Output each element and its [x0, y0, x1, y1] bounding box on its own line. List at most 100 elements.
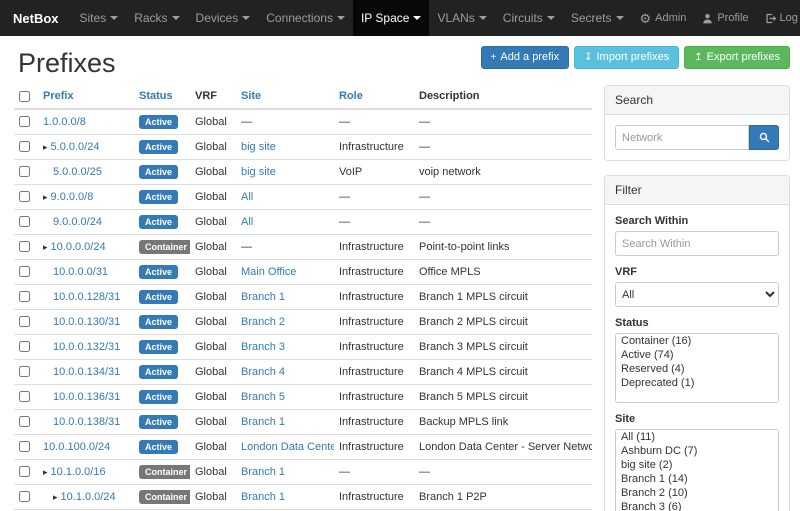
- row-select-checkbox[interactable]: [19, 141, 30, 152]
- role-cell: —: [334, 109, 414, 135]
- site-option[interactable]: Branch 3 (6): [616, 500, 778, 511]
- prefix-link[interactable]: 10.0.0.128/31: [53, 291, 120, 303]
- prefix-link[interactable]: 9.0.0.0/8: [51, 191, 94, 203]
- row-select-checkbox[interactable]: [19, 216, 30, 227]
- export-prefixes-label: Export prefixes: [707, 51, 780, 64]
- row-select-checkbox[interactable]: [19, 366, 30, 377]
- prefix-link[interactable]: 10.1.0.0/24: [61, 491, 116, 503]
- row-select-checkbox[interactable]: [19, 166, 30, 177]
- sort-status-header[interactable]: Status: [139, 90, 173, 102]
- prefix-link[interactable]: 10.0.100.0/24: [43, 441, 110, 453]
- site-link[interactable]: Branch 4: [241, 366, 285, 378]
- row-select-checkbox[interactable]: [19, 291, 30, 302]
- site-option[interactable]: Branch 2 (10): [616, 486, 778, 500]
- nav-item[interactable]: Circuits: [495, 0, 563, 36]
- search-button[interactable]: [749, 125, 779, 150]
- row-select-checkbox[interactable]: [19, 466, 30, 477]
- status-option[interactable]: Reserved (4): [616, 362, 778, 376]
- prefix-link[interactable]: 10.0.0.134/31: [53, 366, 120, 378]
- nav-item-label: Connections: [266, 11, 333, 25]
- caret-down-icon: [172, 16, 180, 20]
- user-icon: [702, 13, 713, 24]
- logout-link[interactable]: Log out: [757, 0, 800, 36]
- vrf-cell: Global: [190, 210, 236, 235]
- site-link[interactable]: Branch 1: [241, 291, 285, 303]
- site-option[interactable]: All (11): [616, 430, 778, 444]
- site-link[interactable]: Main Office: [241, 266, 296, 278]
- search-within-input[interactable]: [615, 231, 779, 256]
- search-input[interactable]: [615, 125, 749, 150]
- export-prefixes-button[interactable]: ↥ Export prefixes: [684, 46, 790, 69]
- vrf-filter-select[interactable]: All: [615, 282, 779, 307]
- row-select-checkbox[interactable]: [19, 316, 30, 327]
- site-link[interactable]: Branch 5: [241, 391, 285, 403]
- sort-role-header[interactable]: Role: [339, 90, 363, 102]
- description-cell: Point-to-point links: [414, 235, 592, 260]
- prefix-link[interactable]: 10.0.0.0/31: [53, 266, 108, 278]
- nav-item[interactable]: IP Space: [353, 0, 429, 36]
- table-row: 10.0.0.128/31 Active Global Branch 1 Inf…: [14, 285, 592, 310]
- admin-link[interactable]: ⚙ Admin: [632, 0, 695, 36]
- site-link[interactable]: Branch 1: [241, 466, 285, 478]
- app-logo[interactable]: NetBox: [0, 0, 72, 36]
- site-option[interactable]: big site (2): [616, 458, 778, 472]
- prefix-link[interactable]: 10.0.0.0/24: [51, 241, 106, 253]
- row-select-checkbox[interactable]: [19, 266, 30, 277]
- site-link[interactable]: Branch 1: [241, 491, 285, 503]
- prefix-link[interactable]: 1.0.0.0/8: [43, 116, 86, 128]
- status-option[interactable]: Active (74): [616, 348, 778, 362]
- prefix-link[interactable]: 10.0.0.132/31: [53, 341, 120, 353]
- filter-panel-title: Filter: [605, 176, 789, 205]
- nav-item-label: Circuits: [503, 11, 543, 25]
- row-select-checkbox[interactable]: [19, 341, 30, 352]
- nav-item[interactable]: Devices: [188, 0, 259, 36]
- main-nav: Sites Racks Devices Connections: [72, 0, 632, 36]
- row-select-checkbox[interactable]: [19, 191, 30, 202]
- site-option[interactable]: Ashburn DC (7): [616, 444, 778, 458]
- nav-item[interactable]: Racks: [126, 0, 187, 36]
- sort-site-header[interactable]: Site: [241, 90, 261, 102]
- nav-item[interactable]: Connections: [258, 0, 353, 36]
- add-prefix-button[interactable]: + Add a prefix: [481, 46, 570, 69]
- row-select-checkbox[interactable]: [19, 116, 30, 127]
- site-link[interactable]: All: [241, 216, 253, 228]
- site-link[interactable]: Branch 1: [241, 416, 285, 428]
- nav-item[interactable]: Secrets: [563, 0, 632, 36]
- sidebar: Search Filter Search Within VRF: [604, 85, 790, 511]
- row-select-checkbox[interactable]: [19, 491, 30, 502]
- row-select-checkbox[interactable]: [19, 391, 30, 402]
- site-option[interactable]: Branch 1 (14): [616, 472, 778, 486]
- site-link[interactable]: big site: [241, 166, 276, 178]
- import-prefixes-button[interactable]: ↧ Import prefixes: [574, 46, 679, 69]
- site-link[interactable]: Branch 2: [241, 316, 285, 328]
- status-option[interactable]: Deprecated (1): [616, 376, 778, 390]
- site-link[interactable]: All: [241, 191, 253, 203]
- row-select-checkbox[interactable]: [19, 241, 30, 252]
- site-link[interactable]: London Data Center: [241, 441, 334, 453]
- status-filter-listbox[interactable]: Container (16)Active (74)Reserved (4)Dep…: [615, 333, 779, 403]
- prefix-link[interactable]: 10.0.0.130/31: [53, 316, 120, 328]
- status-badge: Active: [139, 390, 178, 404]
- prefix-link[interactable]: 9.0.0.0/24: [53, 216, 102, 228]
- prefix-link[interactable]: 10.0.0.136/31: [53, 391, 120, 403]
- vrf-cell: Global: [190, 310, 236, 335]
- caret-down-icon: [242, 16, 250, 20]
- prefix-link[interactable]: 10.0.0.138/31: [53, 416, 120, 428]
- site-link[interactable]: Branch 3: [241, 341, 285, 353]
- site-link[interactable]: big site: [241, 141, 276, 153]
- row-select-checkbox[interactable]: [19, 441, 30, 452]
- select-all-checkbox[interactable]: [19, 91, 30, 102]
- nav-item[interactable]: Sites: [72, 0, 127, 36]
- prefix-link[interactable]: 5.0.0.0/25: [53, 166, 102, 178]
- gear-icon: ⚙: [640, 12, 652, 25]
- prefix-link[interactable]: 5.0.0.0/24: [51, 141, 100, 153]
- role-cell: Infrastructure: [334, 385, 414, 410]
- sort-prefix-header[interactable]: Prefix: [43, 90, 74, 102]
- row-select-checkbox[interactable]: [19, 416, 30, 427]
- nav-item[interactable]: VLANs: [429, 0, 494, 36]
- status-option[interactable]: Container (16): [616, 334, 778, 348]
- description-cell: voip network: [414, 160, 592, 185]
- profile-link[interactable]: Profile: [694, 0, 756, 36]
- site-filter-listbox[interactable]: All (11)Ashburn DC (7)big site (2)Branch…: [615, 429, 779, 511]
- prefix-link[interactable]: 10.1.0.0/16: [51, 466, 106, 478]
